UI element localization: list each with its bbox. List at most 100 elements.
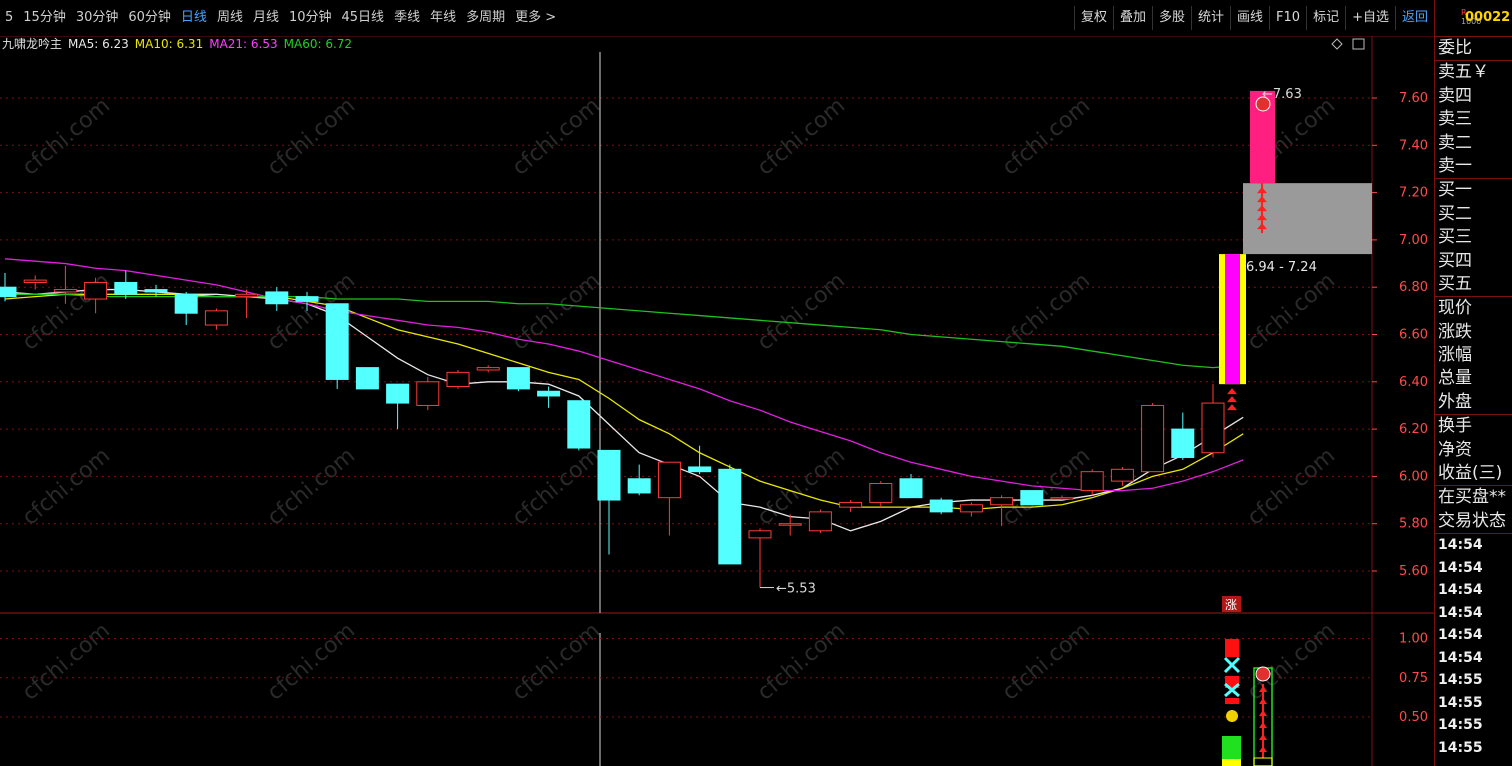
toolbar-button[interactable]: F10 bbox=[1269, 6, 1306, 30]
candle-body bbox=[0, 286, 17, 298]
candle-body bbox=[204, 310, 228, 326]
toolbar-button[interactable]: 标记 bbox=[1306, 6, 1345, 30]
tick-time: 14:55 bbox=[1438, 694, 1483, 711]
period-tab[interactable]: 日线 bbox=[176, 8, 212, 28]
quote-panel: R 1000 00022 委比 卖五￥ 卖四 卖三 卖二 卖一 买一 买二 买三 买四 买五 现价 涨跌涨… bbox=[1434, 0, 1512, 766]
period-tab[interactable]: 60分钟 bbox=[123, 8, 176, 28]
candle-body bbox=[567, 400, 591, 449]
watermark: cfchi.com bbox=[263, 443, 360, 530]
toolbar-button[interactable]: 多股 bbox=[1151, 6, 1191, 30]
watermark: cfchi.com bbox=[18, 443, 115, 530]
period-tab[interactable]: 更多 > bbox=[510, 8, 561, 28]
period-tab[interactable]: 周线 bbox=[212, 8, 248, 28]
tick-time: 14:54 bbox=[1438, 627, 1483, 644]
candle-body bbox=[53, 289, 77, 293]
candle-body bbox=[718, 468, 742, 565]
period-tab[interactable]: 45日线 bbox=[337, 8, 390, 28]
sub-bar-red bbox=[1225, 698, 1239, 704]
y-tick-label: 5.80 bbox=[1399, 517, 1428, 532]
candle bbox=[204, 308, 228, 330]
chart-toolbar: 复权 叠加 多股 统计 画线 F10 标记 +自选 返回 bbox=[1073, 6, 1434, 30]
candle-body bbox=[959, 504, 983, 513]
quote-header: R 1000 00022 bbox=[1435, 0, 1512, 37]
kline-chart[interactable]: cfchi.com cfchi.com cfchi.com cfchi.com cfch… bbox=[0, 36, 1434, 766]
watermark: cfchi.com bbox=[753, 268, 850, 355]
candle-body bbox=[446, 371, 470, 388]
stock-code[interactable]: 00022 bbox=[1465, 10, 1510, 25]
candle-body bbox=[869, 482, 893, 503]
candle-body bbox=[537, 390, 561, 397]
sub-tick-label: 0.75 bbox=[1399, 671, 1428, 686]
candle-body bbox=[990, 497, 1014, 506]
candle-body bbox=[23, 279, 47, 283]
candle-body bbox=[265, 291, 289, 305]
candle bbox=[174, 291, 198, 326]
watermark: cfchi.com bbox=[1243, 268, 1340, 355]
y-tick-label: 7.40 bbox=[1399, 138, 1428, 153]
tick-time: 14:54 bbox=[1438, 559, 1483, 576]
candle-body bbox=[688, 466, 712, 473]
period-tab[interactable]: 季线 bbox=[389, 8, 425, 28]
candle bbox=[688, 445, 712, 475]
candle bbox=[265, 287, 289, 311]
period-tab[interactable]: 5 bbox=[0, 8, 18, 28]
period-tab[interactable]: 年线 bbox=[425, 8, 461, 28]
candle bbox=[657, 461, 681, 536]
candle-body bbox=[657, 461, 681, 499]
candle-body bbox=[839, 501, 863, 508]
candle bbox=[506, 367, 530, 392]
y-tick-label: 7.20 bbox=[1399, 186, 1428, 201]
high-price-label: ←7.63 bbox=[1262, 87, 1302, 102]
candle bbox=[0, 273, 17, 302]
toolbar-button[interactable]: 画线 bbox=[1230, 6, 1269, 30]
period-tab[interactable]: 多周期 bbox=[461, 8, 510, 28]
top-toolbar: 5 15分钟 30分钟 60分钟 日线 周线 月线 10分钟 45日线 季线 年线 多周期 更多 > 复… bbox=[0, 0, 1434, 36]
quote-row-label: 卖二 bbox=[1438, 132, 1472, 153]
y-tick-label: 6.00 bbox=[1399, 469, 1428, 484]
ma-line-ma5 bbox=[4, 288, 1244, 532]
y-tick-label: 6.80 bbox=[1399, 280, 1428, 295]
period-tabs: 5 15分钟 30分钟 60分钟 日线 周线 月线 10分钟 45日线 季线 年线 多周期 更多 > bbox=[0, 8, 561, 28]
toolbar-button[interactable]: +自选 bbox=[1345, 6, 1395, 30]
candle bbox=[537, 386, 561, 408]
quote-row-label: 净资 bbox=[1438, 439, 1472, 460]
candle bbox=[839, 500, 863, 512]
watermark: cfchi.com bbox=[18, 618, 115, 705]
candle-body bbox=[1201, 402, 1225, 454]
candle-body bbox=[235, 293, 259, 298]
candle bbox=[235, 289, 259, 318]
tick-time: 14:54 bbox=[1438, 649, 1483, 666]
quote-rows: 委比 卖五￥ 卖四 卖三 卖二 卖一 买一 买二 买三 买四 买五 现价 涨跌 涨幅 总量 外盘 换手 净资 收益(… bbox=[1435, 37, 1512, 533]
signal-ball-icon bbox=[1255, 666, 1271, 682]
period-tab[interactable]: 30分钟 bbox=[71, 8, 124, 28]
candle bbox=[959, 502, 983, 517]
sub-bar-red bbox=[1225, 639, 1239, 657]
candle bbox=[627, 464, 651, 496]
quote-row-label: 委比 bbox=[1438, 38, 1472, 58]
y-tick-label: 5.60 bbox=[1399, 564, 1428, 579]
candle-body bbox=[144, 289, 168, 293]
period-tab[interactable]: 15分钟 bbox=[18, 8, 71, 28]
toolbar-button[interactable]: 复权 bbox=[1073, 6, 1113, 30]
quote-row-label: 现价 bbox=[1435, 296, 1512, 320]
quote-row-label: 涨跌 bbox=[1438, 321, 1472, 342]
candle bbox=[808, 509, 832, 534]
period-tab[interactable]: 月线 bbox=[248, 8, 284, 28]
watermark: cfchi.com bbox=[508, 443, 605, 530]
toolbar-button[interactable]: 返回 bbox=[1394, 6, 1434, 30]
candle bbox=[899, 474, 923, 499]
period-tab[interactable]: 10分钟 bbox=[284, 8, 337, 28]
y-tick-label: 6.20 bbox=[1399, 422, 1428, 437]
toolbar-button[interactable]: 叠加 bbox=[1112, 6, 1152, 30]
tick-time: 14:54 bbox=[1438, 604, 1483, 621]
watermark: cfchi.com bbox=[508, 618, 605, 705]
quote-row-label: 交易状态 bbox=[1438, 510, 1506, 531]
money-bag-icon bbox=[1226, 710, 1238, 722]
panel-toggle-icon bbox=[1352, 38, 1365, 50]
watermark: cfchi.com bbox=[998, 93, 1095, 180]
toolbar-button[interactable]: 统计 bbox=[1191, 6, 1230, 30]
candle bbox=[567, 400, 591, 451]
candle-body bbox=[355, 367, 379, 390]
candle-body bbox=[114, 281, 138, 295]
candle bbox=[1141, 403, 1165, 473]
